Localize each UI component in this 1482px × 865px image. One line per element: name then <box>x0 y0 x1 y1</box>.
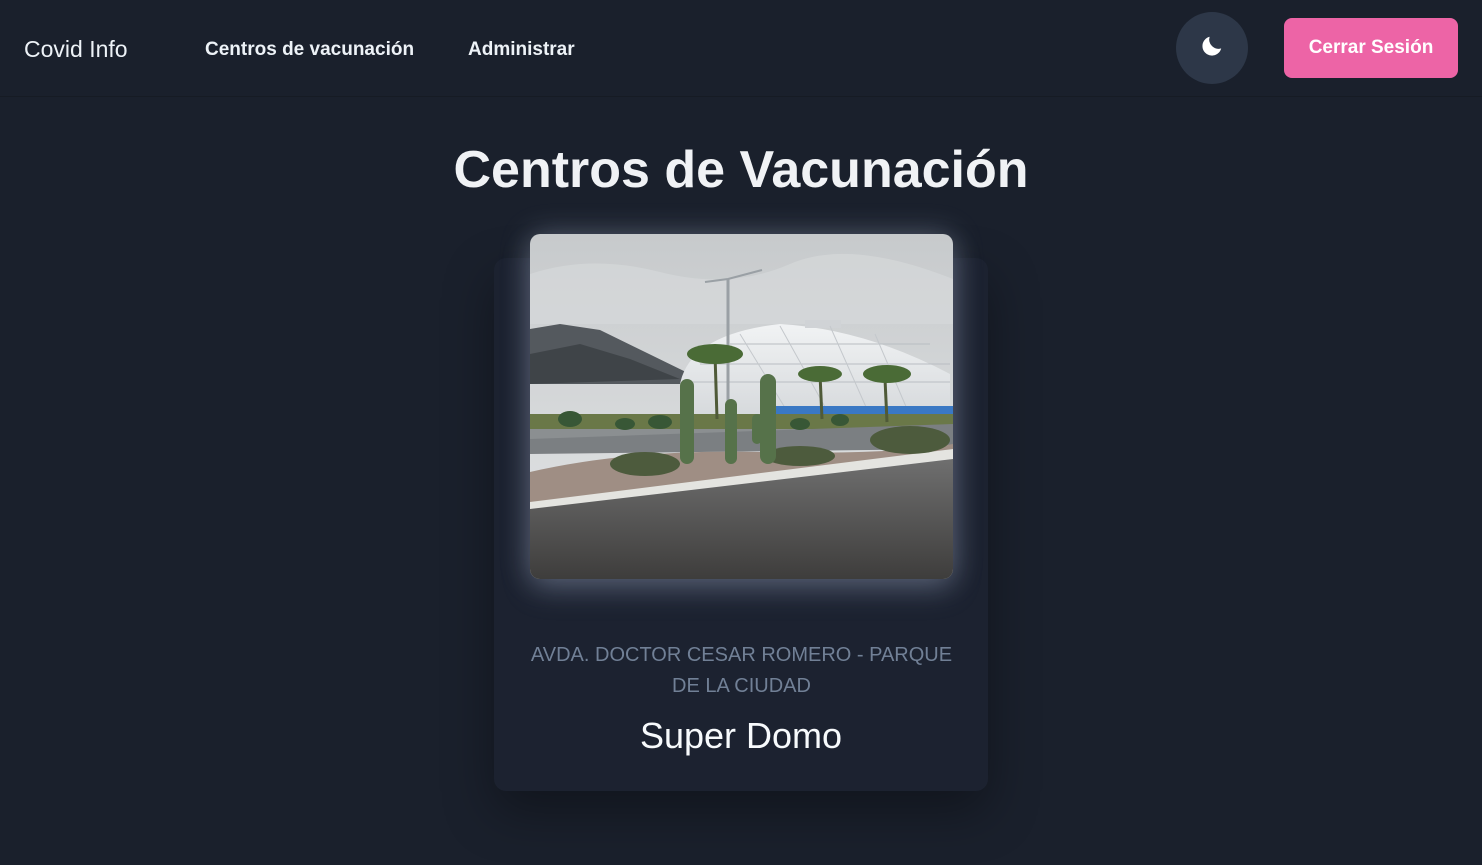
nav-link-centros-de-vacunacion[interactable]: Centros de vacunación <box>205 37 414 63</box>
center-name[interactable]: Super Domo <box>494 712 988 760</box>
logout-button[interactable]: Cerrar Sesión <box>1284 18 1458 78</box>
page-title: Centros de Vacunación <box>453 141 1029 199</box>
brand-logo-text[interactable]: Covid Info <box>24 34 128 64</box>
top-navbar: Covid Info Centros de vacunación Adminis… <box>0 0 1482 97</box>
nav-link-administrar[interactable]: Administrar <box>468 37 575 63</box>
center-address: AVDA. DOCTOR CESAR ROMERO - PARQUE DE LA… <box>530 644 953 697</box>
moon-icon <box>1199 33 1225 64</box>
vaccination-center-photo <box>530 234 953 579</box>
theme-toggle-button[interactable] <box>1176 12 1248 84</box>
